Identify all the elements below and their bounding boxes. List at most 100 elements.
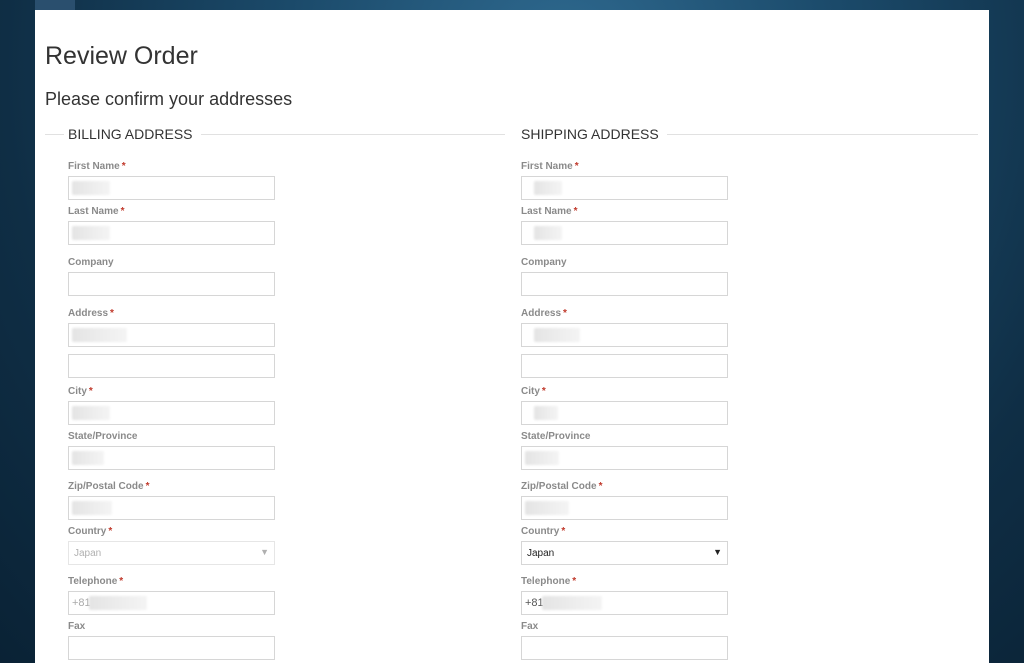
label-text: Telephone: [68, 576, 118, 587]
billing-telephone-label: Telephone *: [68, 576, 123, 587]
shipping-legend: SHIPPING ADDRESS: [498, 122, 978, 146]
shipping-address-label: Address *: [521, 308, 567, 319]
label-text: City: [68, 386, 87, 397]
shipping-fax-label: Fax: [521, 621, 538, 632]
required-mark: *: [572, 576, 577, 587]
redacted-value: [534, 181, 562, 195]
redacted-value: [72, 451, 104, 465]
redacted-value: [72, 328, 127, 342]
chevron-down-icon: ▼: [260, 547, 269, 557]
shipping-zip-label: Zip/Postal Code *: [521, 481, 602, 492]
required-mark: *: [145, 481, 150, 492]
shipping-state-label: State/Province: [521, 431, 590, 442]
billing-address-line2-input[interactable]: [68, 354, 275, 378]
billing-last-name-label: Last Name *: [68, 206, 124, 217]
required-mark: *: [110, 308, 114, 319]
label-text: First Name: [68, 161, 120, 172]
label-text: Fax: [68, 621, 86, 632]
label-text: Company: [68, 257, 114, 268]
shipping-legend-text: SHIPPING ADDRESS: [521, 126, 659, 142]
billing-zip-input[interactable]: [68, 496, 275, 520]
required-mark: *: [120, 206, 125, 217]
required-mark: *: [561, 526, 566, 537]
label-text: Country: [521, 526, 560, 537]
redacted-value: [72, 226, 110, 240]
shipping-first-name-input[interactable]: [521, 176, 728, 200]
redacted-value: [525, 501, 569, 515]
shipping-address-line2-input[interactable]: [521, 354, 728, 378]
top-bar-accent: [35, 0, 75, 10]
required-mark: *: [108, 526, 113, 537]
shipping-fax-input[interactable]: [521, 636, 728, 660]
redacted-value: [89, 596, 147, 610]
shipping-city-label: City *: [521, 386, 546, 397]
shipping-city-input[interactable]: [521, 401, 728, 425]
billing-fax-label: Fax: [68, 621, 85, 632]
billing-telephone-input[interactable]: +81: [68, 591, 275, 615]
billing-legend: BILLING ADDRESS: [45, 122, 505, 146]
shipping-last-name-label: Last Name *: [521, 206, 577, 217]
billing-city-label: City *: [68, 386, 93, 397]
billing-country-value: Japan: [74, 548, 102, 559]
billing-first-name-input[interactable]: [68, 176, 275, 200]
billing-city-input[interactable]: [68, 401, 275, 425]
label-text: Fax: [521, 621, 539, 632]
label-text: State/Province: [521, 431, 591, 442]
redacted-value: [534, 328, 580, 342]
required-mark: *: [563, 308, 567, 319]
billing-address-line1-input[interactable]: [68, 323, 275, 347]
label-text: Last Name: [68, 206, 119, 217]
shipping-first-name-label: First Name *: [521, 161, 579, 172]
billing-company-input[interactable]: [68, 272, 275, 296]
shipping-country-select[interactable]: Japan ▼: [521, 541, 728, 565]
label-text: City: [521, 386, 540, 397]
billing-first-name-label: First Name *: [68, 161, 126, 172]
label-text: Country: [68, 526, 107, 537]
chevron-down-icon: ▼: [713, 547, 722, 557]
label-text: First Name: [521, 161, 573, 172]
label-text: Address: [521, 308, 562, 319]
required-mark: *: [541, 386, 546, 397]
billing-state-input[interactable]: [68, 446, 275, 470]
billing-legend-text: BILLING ADDRESS: [68, 126, 193, 142]
shipping-country-label: Country *: [521, 526, 565, 537]
redacted-value: [534, 226, 562, 240]
page-title: Review Order: [45, 42, 198, 70]
label-text: Zip/Postal Code: [68, 481, 144, 492]
redacted-value: [534, 406, 558, 420]
shipping-last-name-input[interactable]: [521, 221, 728, 245]
label-text: State/Province: [68, 431, 138, 442]
billing-fax-input[interactable]: [68, 636, 275, 660]
redacted-value: [525, 451, 559, 465]
label-text: Company: [521, 257, 567, 268]
shipping-telephone-input[interactable]: +81: [521, 591, 728, 615]
review-order-panel: Review Order Please confirm your address…: [35, 10, 989, 663]
shipping-address-line1-input[interactable]: [521, 323, 728, 347]
billing-state-label: State/Province: [68, 431, 137, 442]
legend-rule: [200, 133, 505, 135]
shipping-company-label: Company: [521, 257, 567, 268]
shipping-state-input[interactable]: [521, 446, 728, 470]
redacted-value: [72, 501, 112, 515]
required-mark: *: [598, 481, 603, 492]
billing-company-label: Company: [68, 257, 114, 268]
billing-zip-label: Zip/Postal Code *: [68, 481, 149, 492]
shipping-telephone-label: Telephone *: [521, 576, 576, 587]
required-mark: *: [574, 161, 579, 172]
label-text: Zip/Postal Code: [521, 481, 597, 492]
shipping-zip-input[interactable]: [521, 496, 728, 520]
billing-last-name-input[interactable]: [68, 221, 275, 245]
label-text: Telephone: [521, 576, 571, 587]
required-mark: *: [119, 576, 124, 587]
label-text: Address: [68, 308, 109, 319]
legend-rule: [45, 133, 64, 135]
required-mark: *: [88, 386, 93, 397]
legend-rule: [666, 133, 978, 135]
shipping-country-value: Japan: [527, 548, 555, 559]
required-mark: *: [121, 161, 126, 172]
redacted-value: [72, 181, 110, 195]
shipping-company-input[interactable]: [521, 272, 728, 296]
billing-address-label: Address *: [68, 308, 114, 319]
redacted-value: [72, 406, 110, 420]
redacted-value: [542, 596, 602, 610]
